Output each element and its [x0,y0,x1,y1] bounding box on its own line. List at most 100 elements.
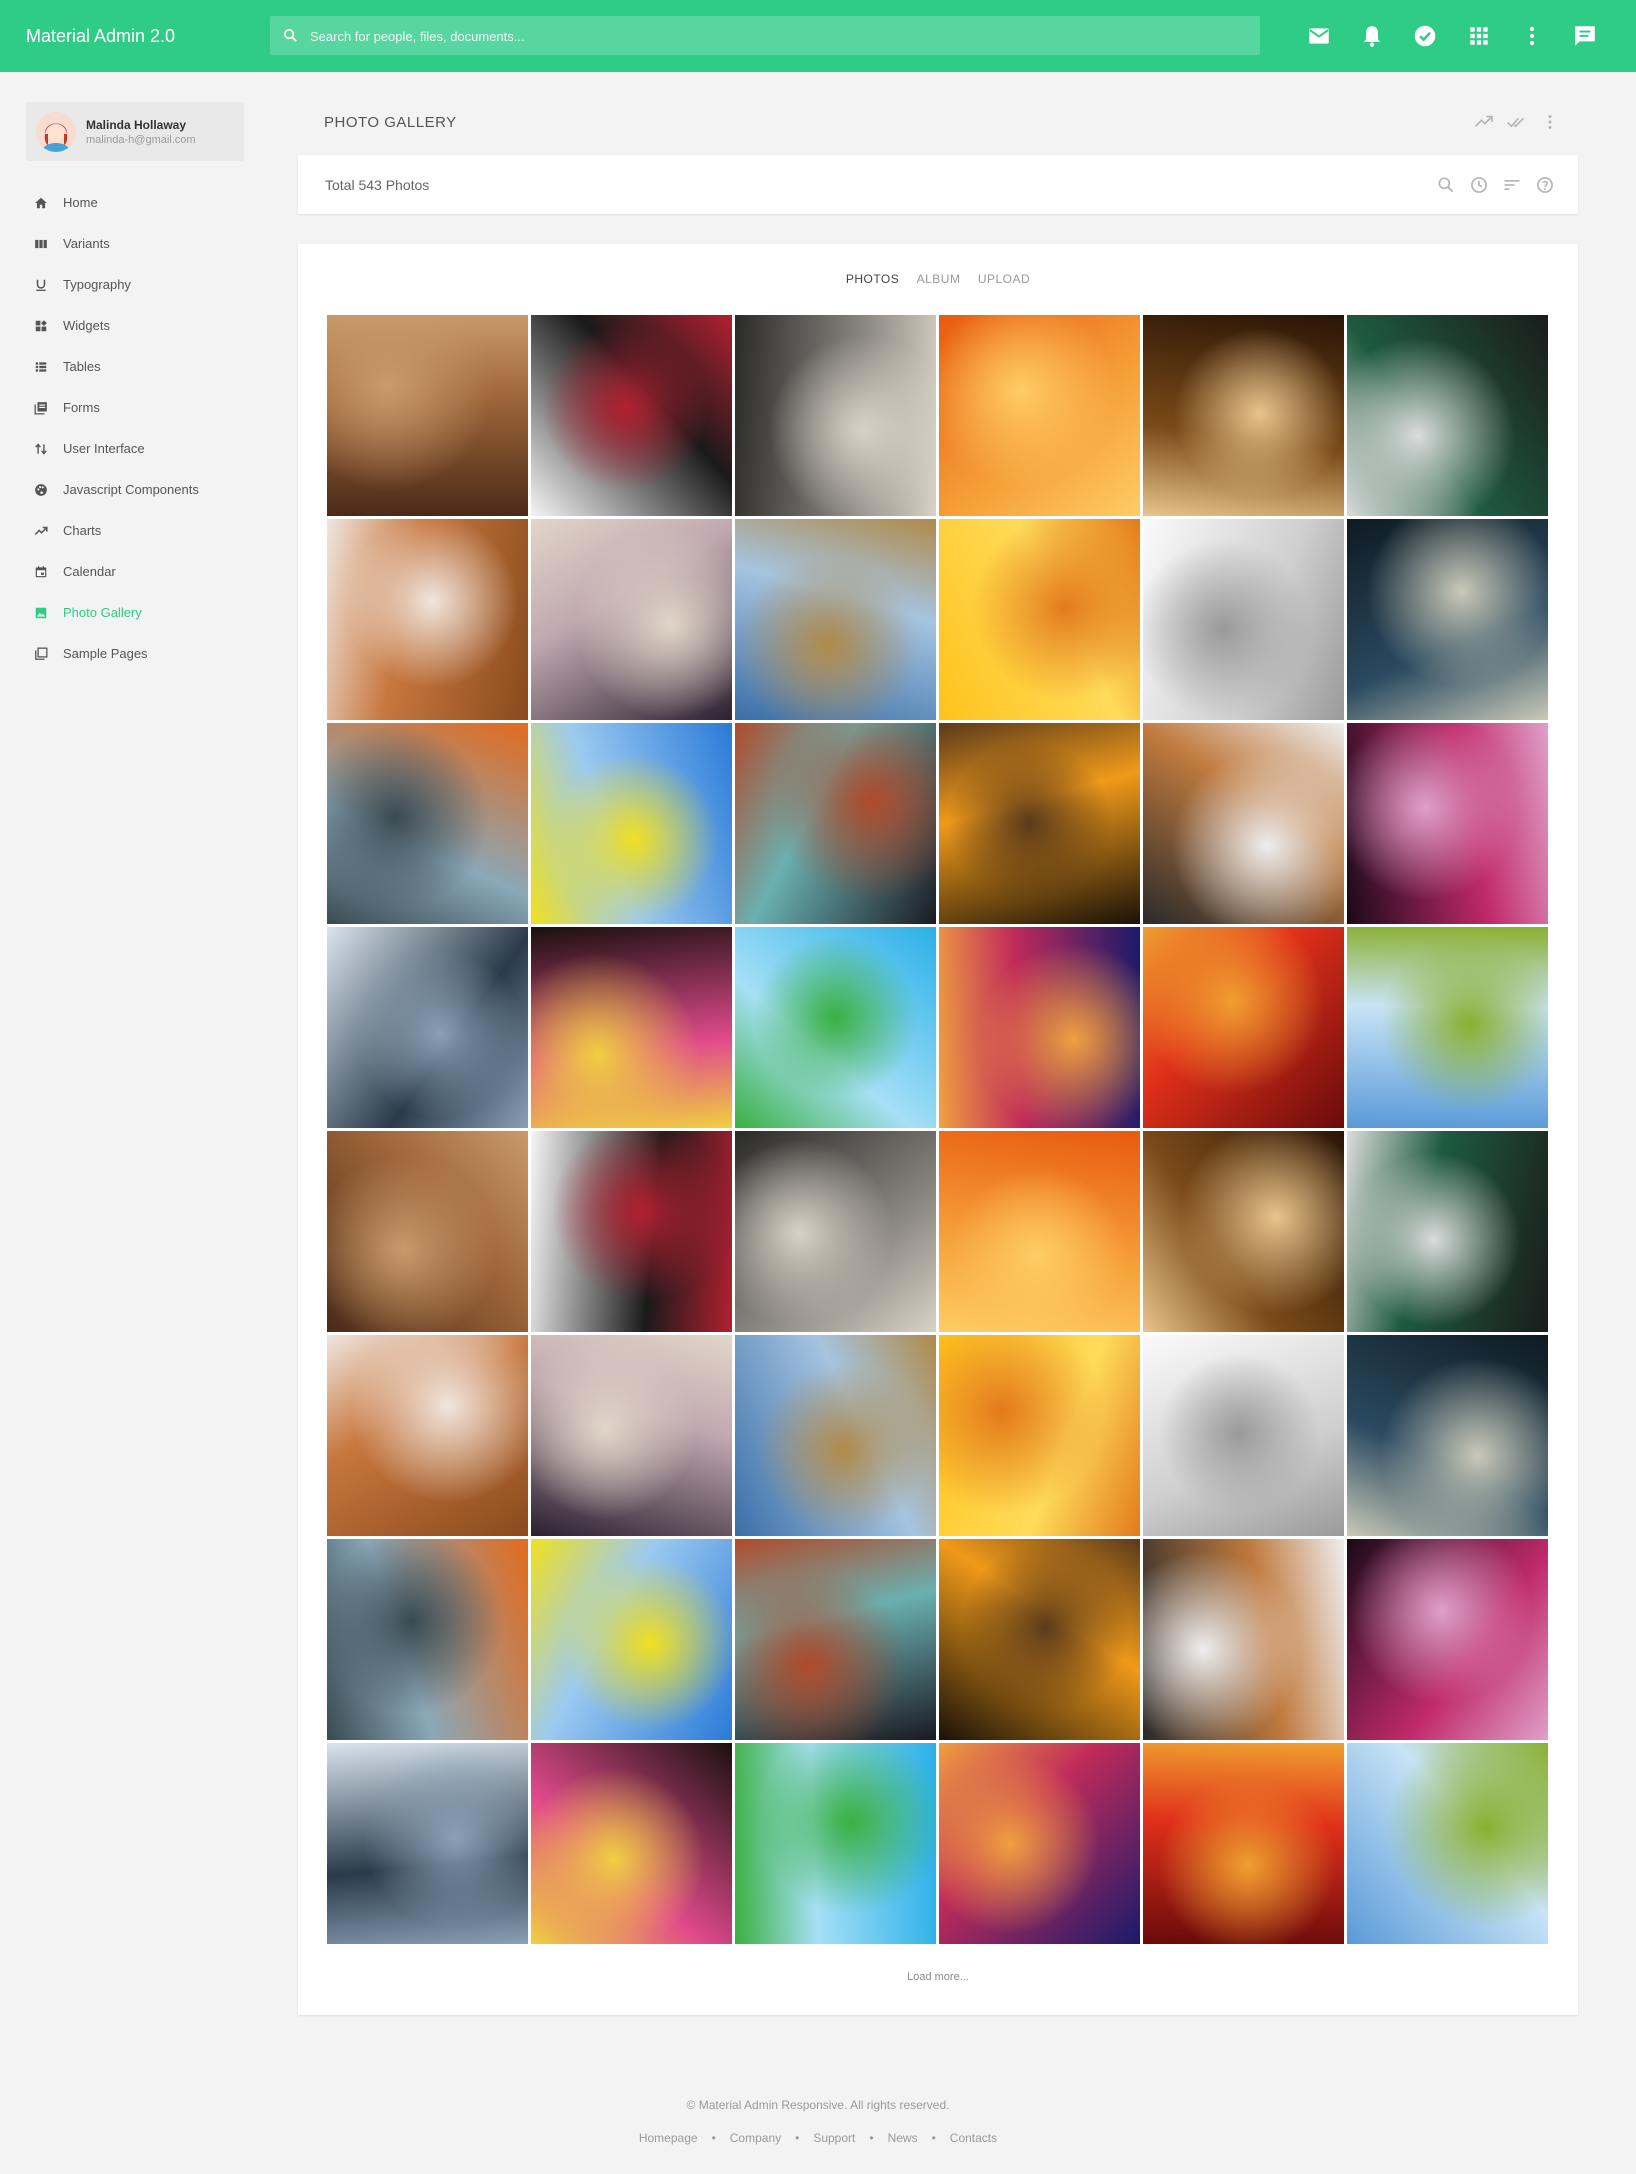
chat-icon[interactable] [1572,23,1598,49]
sidebar-item-home[interactable]: Home [26,182,244,223]
brand-title[interactable]: Material Admin 2.0 [26,0,175,72]
photo-thumbnail[interactable] [531,1335,732,1536]
sidebar-item-label: Charts [63,523,102,538]
photo-thumbnail[interactable] [1347,519,1548,720]
trending-icon[interactable] [1474,112,1494,132]
photo-thumbnail[interactable] [531,1743,732,1944]
photo-thumbnail[interactable] [327,519,528,720]
more-vert-icon[interactable] [1519,23,1545,49]
tab-photos[interactable]: PHOTOS [846,272,899,286]
search-bar[interactable] [270,16,1260,57]
photo-thumbnail[interactable] [1347,315,1548,516]
photo-thumbnail[interactable] [735,1743,936,1944]
photo-thumbnail[interactable] [327,1131,528,1332]
tab-album[interactable]: ALBUM [917,272,961,286]
photo-thumbnail[interactable] [531,1539,732,1740]
tab-upload[interactable]: UPLOAD [978,272,1030,286]
footer-link-company[interactable]: Company [730,2131,781,2145]
photo-thumbnail[interactable] [735,315,936,516]
photo-thumbnail[interactable] [1143,1335,1344,1536]
sidebar-item-forms[interactable]: Forms [26,387,244,428]
photo-thumbnail[interactable] [531,1131,732,1332]
photo-thumbnail[interactable] [939,519,1140,720]
footer-link-contacts[interactable]: Contacts [950,2131,997,2145]
photo-thumbnail[interactable] [327,1539,528,1740]
separator-dot: • [869,2131,874,2145]
photo-thumbnail[interactable] [327,1743,528,1944]
load-more-link[interactable]: Load more... [298,1971,1578,1983]
profile-card[interactable]: Malinda Hollaway malinda-h@gmail.com [26,102,244,161]
photo-thumbnail[interactable] [939,315,1140,516]
sidebar-item-widgets[interactable]: Widgets [26,305,244,346]
photo-thumbnail[interactable] [1143,927,1344,1128]
photo-thumbnail[interactable] [735,1335,936,1536]
apps-grid-icon[interactable] [1466,23,1492,49]
photo-thumbnail[interactable] [1347,1743,1548,1944]
search-input[interactable] [308,16,1242,57]
more-vert-icon[interactable] [1540,112,1560,132]
photo-thumbnail[interactable] [939,1131,1140,1332]
photo-thumbnail[interactable] [327,723,528,924]
photo-thumbnail[interactable] [939,723,1140,924]
photo-thumbnail[interactable] [1347,1131,1548,1332]
sidebar-item-variants[interactable]: Variants [26,223,244,264]
photo-thumbnail[interactable] [939,927,1140,1128]
sidebar-item-label: Javascript Components [63,482,199,497]
photo-thumbnail[interactable] [531,723,732,924]
photo-thumbnail[interactable] [1143,723,1344,924]
photo-thumbnail[interactable] [1143,1743,1344,1944]
photo-thumbnail[interactable] [531,519,732,720]
photo-thumbnail[interactable] [1143,1131,1344,1332]
calendar-icon [35,566,47,578]
sidebar-item-label: Widgets [63,318,110,333]
photo-thumbnail[interactable] [1347,723,1548,924]
sidebar-item-charts[interactable]: Charts [26,510,244,551]
sidebar-item-javascript-components[interactable]: Javascript Components [26,469,244,510]
photo-thumbnail[interactable] [531,315,732,516]
photo-thumbnail[interactable] [1347,1335,1548,1536]
mail-icon[interactable] [1306,23,1332,49]
photo-thumbnail[interactable] [939,1539,1140,1740]
photo-thumbnail[interactable] [1143,1539,1344,1740]
photo-thumbnail[interactable] [939,1335,1140,1536]
check-circle-icon[interactable] [1412,23,1438,49]
home-icon [35,197,47,209]
sidebar-menu: Home Variants Typography Widgets Tables … [26,182,244,674]
photo-thumbnail[interactable] [735,1131,936,1332]
sidebar-item-photo-gallery[interactable]: Photo Gallery [26,592,244,633]
photo-thumbnail[interactable] [939,1743,1140,1944]
photo-thumbnail[interactable] [735,519,936,720]
profile-email: malinda-h@gmail.com [86,134,196,146]
table-list-icon [35,362,47,372]
footer-link-homepage[interactable]: Homepage [639,2131,698,2145]
photo-thumbnail[interactable] [531,927,732,1128]
separator-dot: • [931,2131,936,2145]
photo-thumbnail[interactable] [327,315,528,516]
sidebar-item-calendar[interactable]: Calendar [26,551,244,592]
photo-thumbnail[interactable] [1143,315,1344,516]
total-photos-count: Total 543 Photos [325,177,430,193]
underline-icon [36,279,46,291]
photo-thumbnail[interactable] [1143,519,1344,720]
footer-link-news[interactable]: News [888,2131,918,2145]
sidebar-item-sample-pages[interactable]: Sample Pages [26,633,244,674]
trending-icon [34,526,48,536]
bell-icon[interactable] [1359,23,1385,49]
photo-thumbnail[interactable] [327,927,528,1128]
photo-thumbnail[interactable] [327,1335,528,1536]
swap-icon [35,443,47,455]
photo-thumbnail[interactable] [1347,927,1548,1128]
sidebar-item-tables[interactable]: Tables [26,346,244,387]
photo-thumbnail[interactable] [1347,1539,1548,1740]
sort-icon[interactable] [1502,175,1522,195]
photo-thumbnail[interactable] [735,1539,936,1740]
sidebar-item-user-interface[interactable]: User Interface [26,428,244,469]
double-check-icon[interactable] [1506,112,1526,132]
photo-thumbnail[interactable] [735,927,936,1128]
sidebar-item-typography[interactable]: Typography [26,264,244,305]
search-icon[interactable] [1436,175,1456,195]
footer-link-support[interactable]: Support [813,2131,855,2145]
help-icon[interactable] [1535,175,1555,195]
photo-thumbnail[interactable] [735,723,936,924]
clock-icon[interactable] [1469,175,1489,195]
